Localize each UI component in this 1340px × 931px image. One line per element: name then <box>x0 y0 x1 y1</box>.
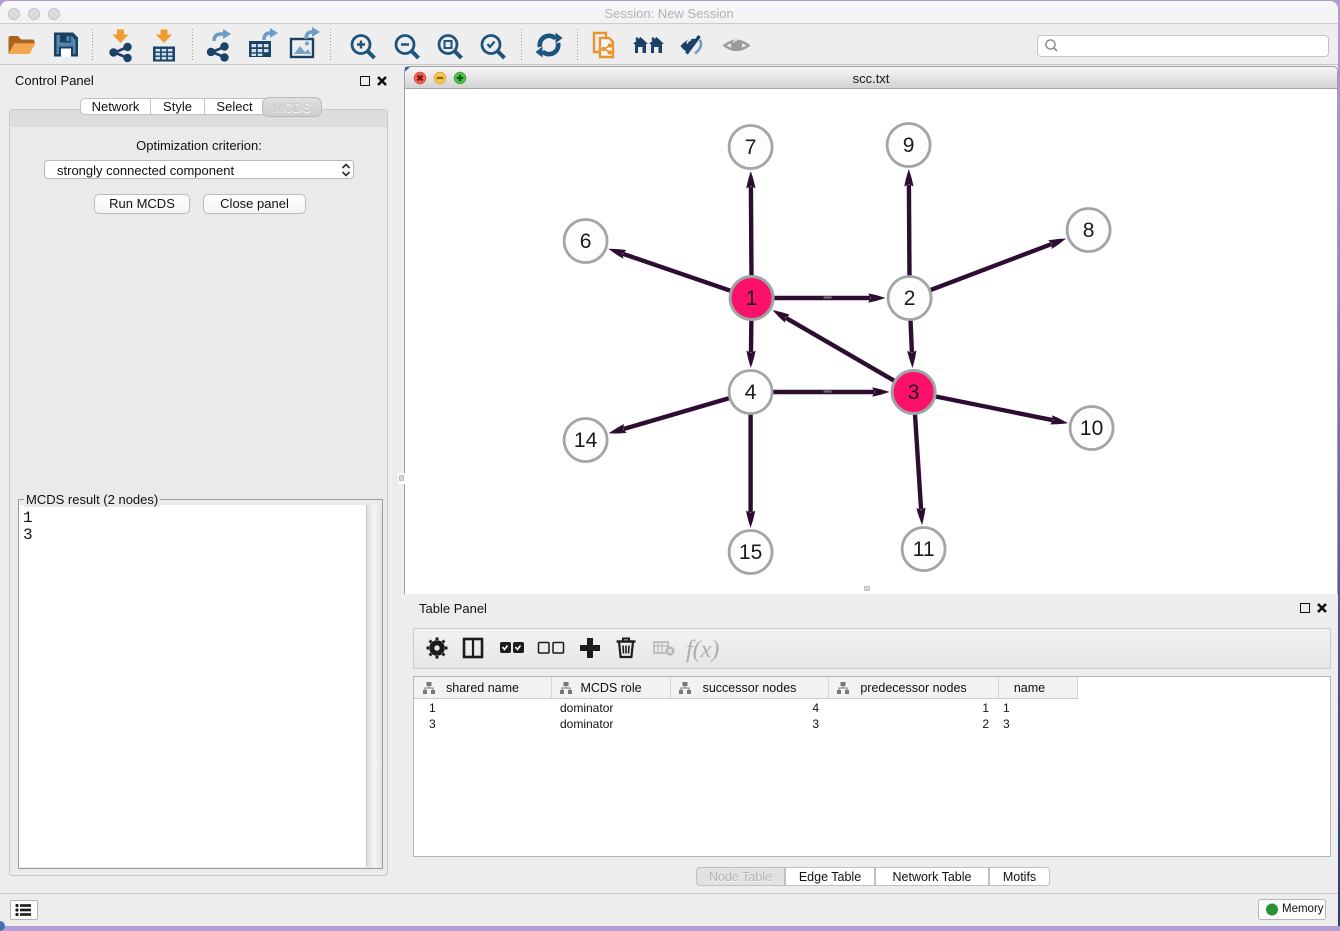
svg-text:8: 8 <box>1083 219 1095 242</box>
svg-text:6: 6 <box>580 230 592 253</box>
svg-text:f(x): f(x) <box>686 637 719 663</box>
svg-text:7: 7 <box>745 136 757 159</box>
svg-text:4: 4 <box>745 381 757 404</box>
svg-text:2: 2 <box>904 287 916 310</box>
svg-text:11: 11 <box>913 538 935 561</box>
svg-text:1: 1 <box>746 287 758 310</box>
svg-text:15: 15 <box>739 541 762 564</box>
svg-text:14: 14 <box>574 429 598 452</box>
svg-text:3: 3 <box>908 381 920 404</box>
svg-text:9: 9 <box>903 134 915 157</box>
svg-text:10: 10 <box>1080 417 1103 440</box>
